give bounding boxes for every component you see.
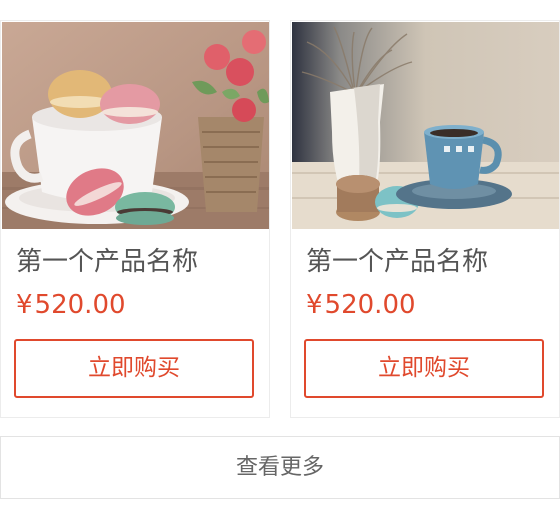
product-card[interactable]: 第一个产品名称 ¥520.00 立即购买	[0, 20, 270, 418]
price-value: 520.00	[34, 290, 126, 320]
buy-now-button[interactable]: 立即购买	[14, 339, 254, 398]
price-value: 520.00	[324, 290, 416, 320]
macarons-teacup-photo	[2, 22, 269, 229]
product-card[interactable]: 第一个产品名称 ¥520.00 立即购买	[290, 20, 560, 418]
product-name[interactable]: 第一个产品名称	[306, 244, 488, 280]
currency-symbol: ¥	[16, 290, 33, 320]
product-name[interactable]: 第一个产品名称	[16, 244, 198, 280]
product-grid: 第一个产品名称 ¥520.00 立即购买 第一个产品名称 ¥520.00 立即购…	[0, 20, 560, 418]
product-image[interactable]	[2, 22, 269, 229]
product-image[interactable]	[292, 22, 559, 229]
product-price: ¥520.00	[306, 287, 416, 323]
buy-now-button[interactable]: 立即购买	[304, 339, 544, 398]
product-price: ¥520.00	[16, 287, 126, 323]
view-more-button[interactable]: 查看更多	[0, 436, 560, 499]
macarons-blue-cup-photo	[292, 22, 559, 229]
currency-symbol: ¥	[306, 290, 323, 320]
